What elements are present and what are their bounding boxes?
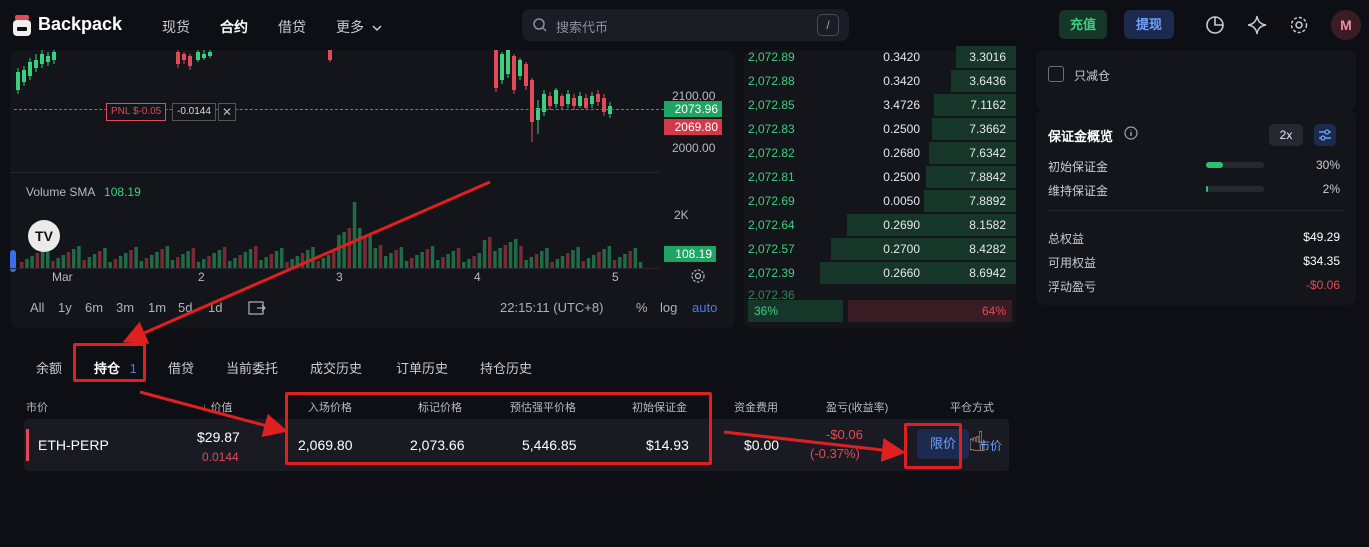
annotation-arrows bbox=[122, 180, 906, 462]
arrow-to-price-columns bbox=[139, 390, 288, 437]
arrow-to-positions-tab bbox=[122, 180, 491, 344]
arrow-to-limit-button bbox=[723, 430, 906, 462]
